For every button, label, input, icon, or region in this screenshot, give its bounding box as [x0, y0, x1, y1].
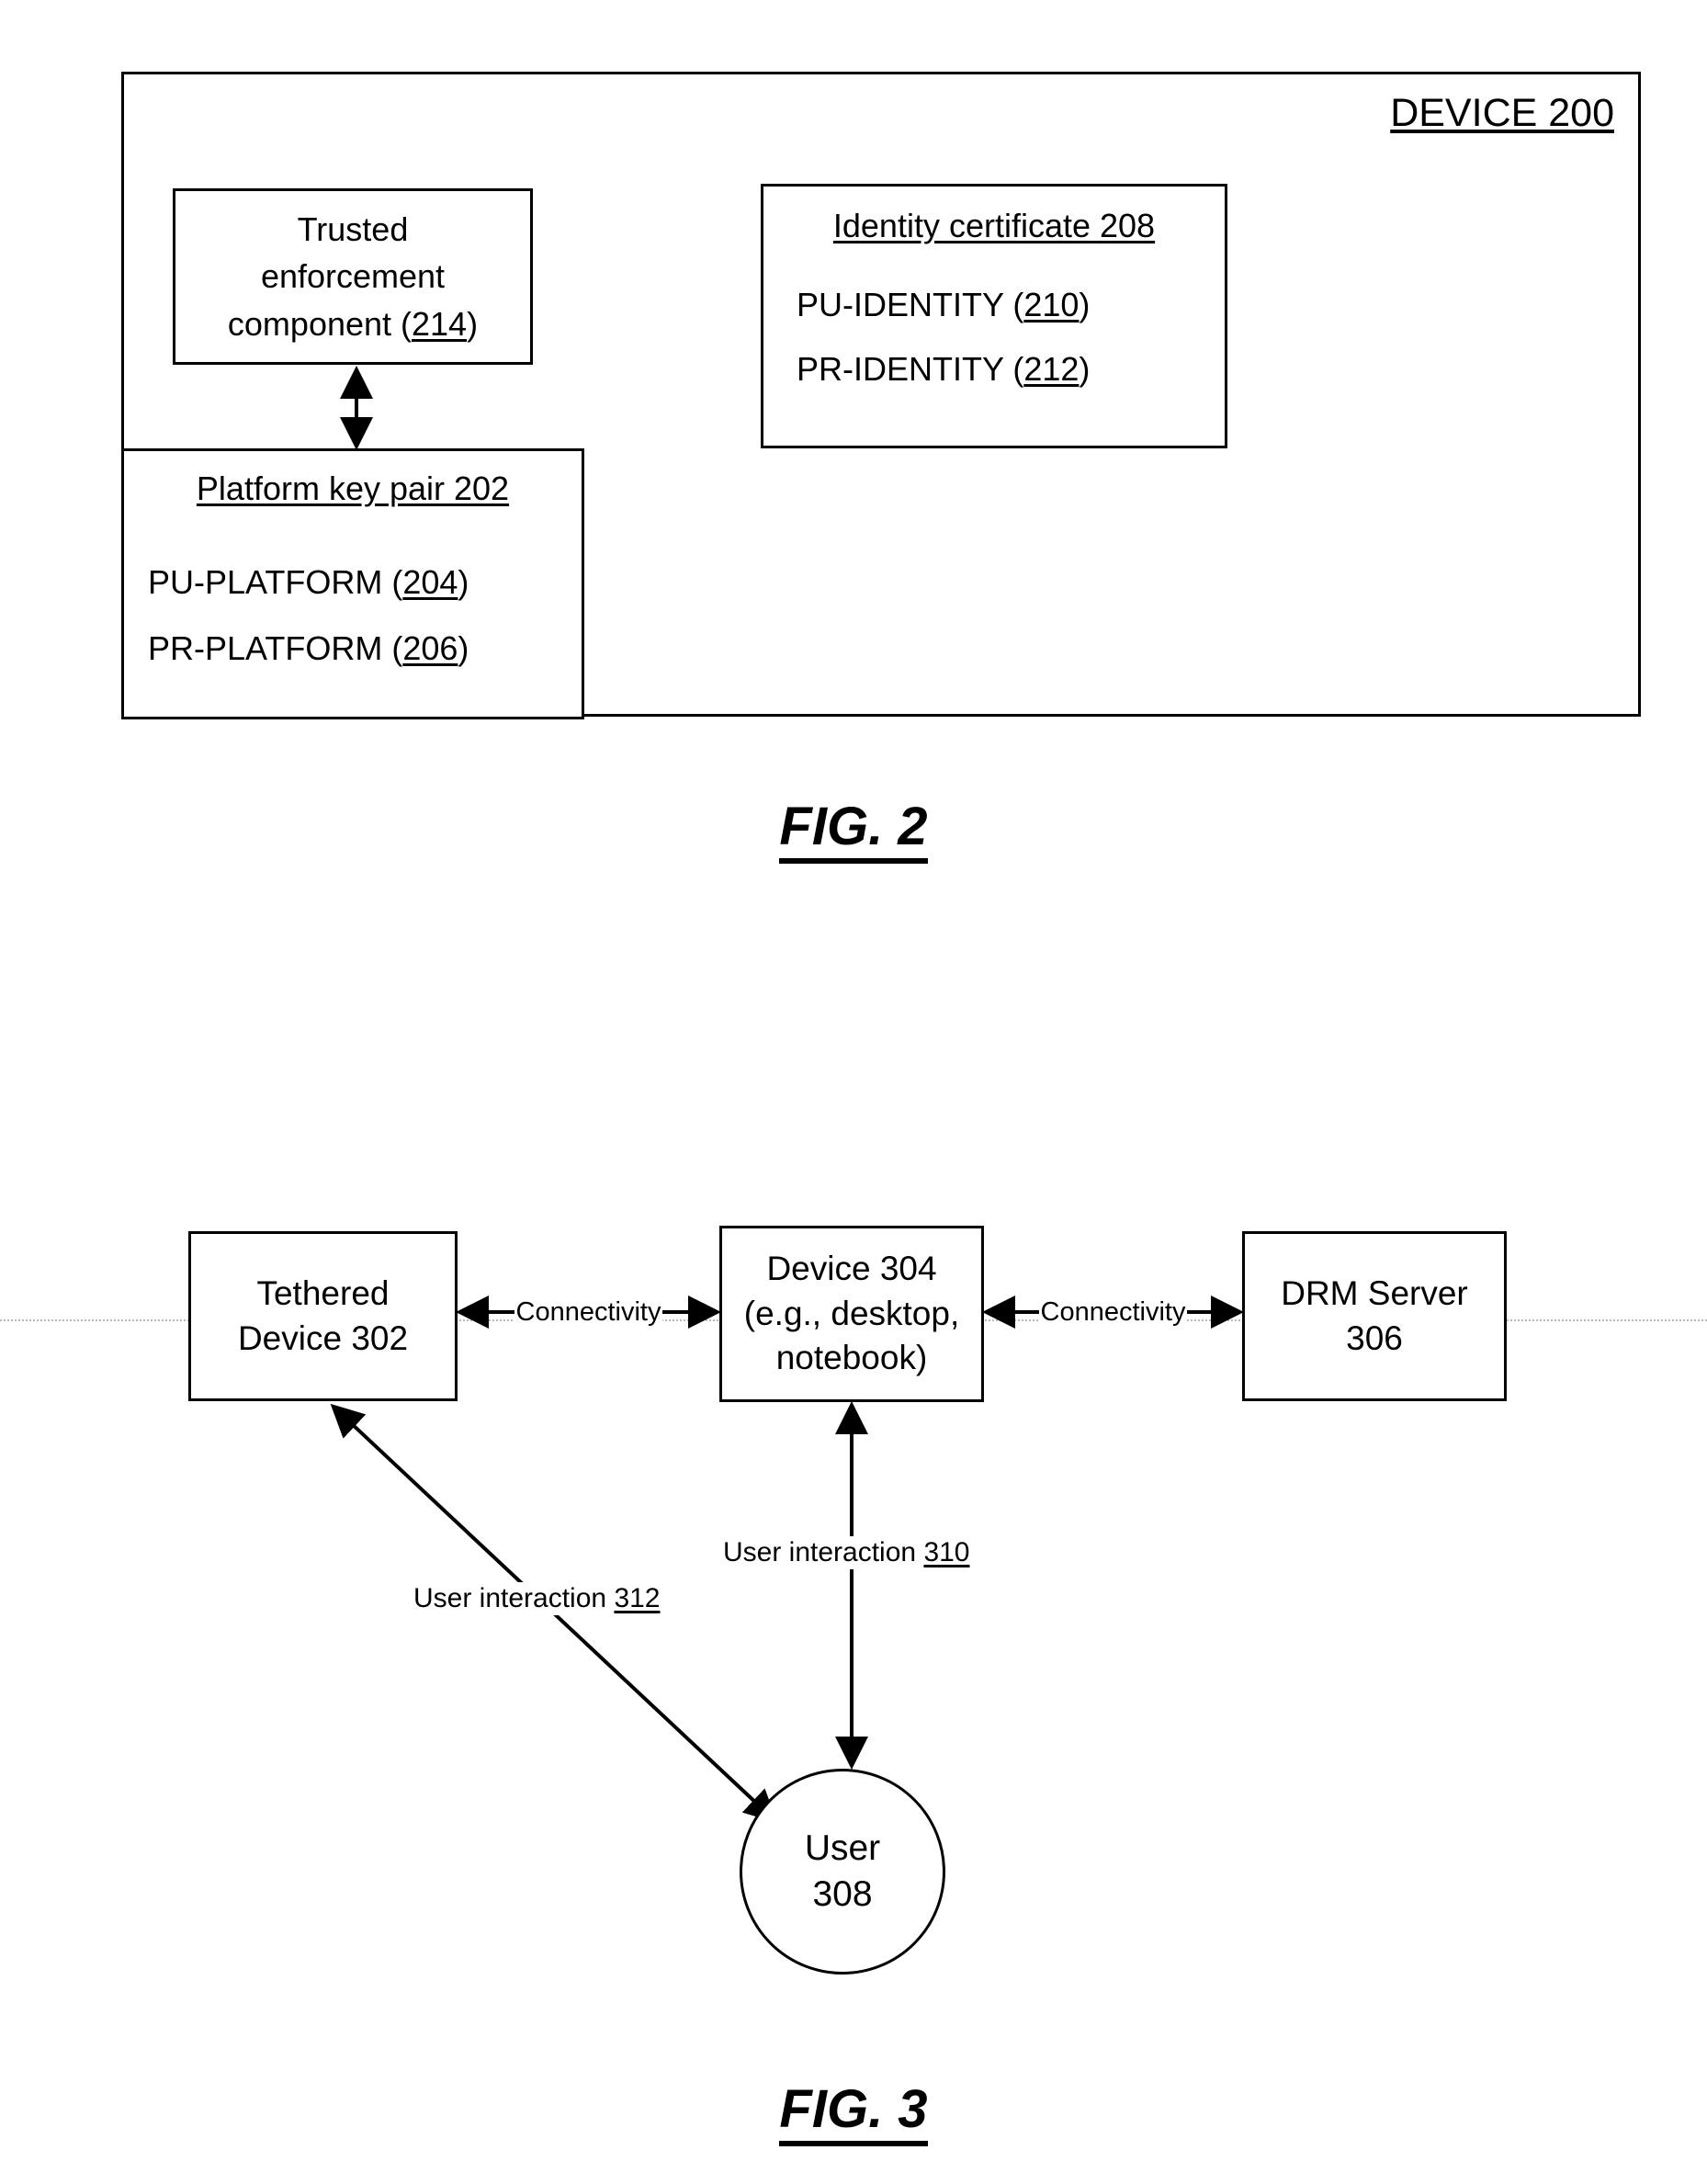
connectivity-label-right: Connectivity: [1038, 1296, 1188, 1328]
identity-certificate-title: Identity certificate 208: [832, 207, 1156, 244]
user-interaction-310-prefix: User interaction: [723, 1537, 924, 1567]
user-interaction-312-label: User interaction 312: [411, 1582, 663, 1615]
drm-server-line-1: DRM Server: [1281, 1273, 1468, 1312]
device-304-label: Device 304 (e.g., desktop, notebook): [744, 1247, 959, 1381]
drm-server-306-box: DRM Server 306: [1242, 1231, 1507, 1401]
tethered-device-label: Tethered Device 302: [238, 1272, 408, 1362]
pu-platform-ref-204: 204: [402, 563, 458, 601]
pu-platform-prefix: PU-PLATFORM (: [148, 563, 403, 601]
connectivity-link-right: Connectivity: [984, 1290, 1242, 1334]
user-interaction-310-label: User interaction 310: [720, 1536, 973, 1569]
pu-identity-row: PU-IDENTITY (210): [797, 286, 1090, 324]
bidirectional-arrow-icon: [340, 366, 373, 450]
pu-platform-suffix: ): [458, 563, 469, 601]
trusted-enforcement-prefix: component (: [227, 304, 413, 343]
pu-identity-ref-210: 210: [1023, 286, 1080, 323]
trusted-enforcement-ref-214: 214: [412, 304, 468, 343]
pu-platform-row: PU-PLATFORM (204): [148, 563, 469, 602]
trusted-enforcement-line-1: Trusted: [297, 210, 409, 249]
pr-platform-prefix: PR-PLATFORM (: [148, 629, 403, 667]
device-304-line-1: Device 304: [766, 1249, 937, 1287]
platform-key-pair-box: Platform key pair 202 PU-PLATFORM (204) …: [121, 448, 584, 719]
trusted-enforcement-line-2: enforcement: [260, 257, 446, 296]
drm-server-label: DRM Server 306: [1281, 1272, 1468, 1362]
user-interaction-312-prefix: User interaction: [413, 1583, 615, 1613]
trusted-enforcement-suffix: ): [467, 304, 479, 343]
pr-identity-row: PR-IDENTITY (212): [797, 350, 1090, 389]
tethered-device-302-box: Tethered Device 302: [188, 1231, 458, 1401]
connectivity-link-left: Connectivity: [458, 1290, 719, 1334]
trusted-enforcement-component-box: Trusted enforcement component (214): [173, 188, 533, 365]
pu-identity-suffix: ): [1079, 286, 1091, 323]
user-308-node: User 308: [740, 1769, 945, 1975]
tethered-device-line-2: Device 302: [237, 1318, 409, 1357]
trusted-enforcement-line-3: component (214): [228, 300, 478, 347]
figure-3-caption: FIG. 3: [0, 2078, 1707, 2146]
drm-server-line-2: 306: [1346, 1318, 1403, 1357]
pr-platform-suffix: ): [458, 629, 469, 667]
pr-identity-ref-212: 212: [1023, 350, 1080, 388]
user-308-line-1: User: [804, 1828, 881, 1869]
pr-platform-row: PR-PLATFORM (206): [148, 629, 469, 668]
device-304-line-3: notebook): [775, 1339, 928, 1377]
figure-2-caption-text: FIG. 2: [779, 797, 928, 864]
tethered-device-line-1: Tethered: [256, 1273, 390, 1312]
user-interaction-310-ref: 310: [923, 1537, 970, 1567]
user-308-line-2: 308: [812, 1874, 873, 1914]
pr-identity-prefix: PR-IDENTITY (: [797, 350, 1024, 388]
pu-identity-prefix: PU-IDENTITY (: [797, 286, 1024, 323]
figure-3-caption-text: FIG. 3: [779, 2079, 928, 2146]
figure-2-caption: FIG. 2: [0, 796, 1707, 864]
device-304-box: Device 304 (e.g., desktop, notebook): [719, 1226, 984, 1402]
pr-platform-ref-206: 206: [402, 629, 458, 667]
device-304-line-2: (e.g., desktop,: [743, 1294, 960, 1332]
platform-key-pair-title: Platform key pair 202: [196, 470, 510, 507]
connectivity-label-left: Connectivity: [514, 1296, 663, 1328]
device-200-label: DEVICE 200: [1390, 91, 1614, 135]
pr-identity-suffix: ): [1079, 350, 1091, 388]
user-interaction-312-ref: 312: [614, 1583, 661, 1613]
identity-certificate-box: Identity certificate 208 PU-IDENTITY (21…: [761, 184, 1227, 448]
